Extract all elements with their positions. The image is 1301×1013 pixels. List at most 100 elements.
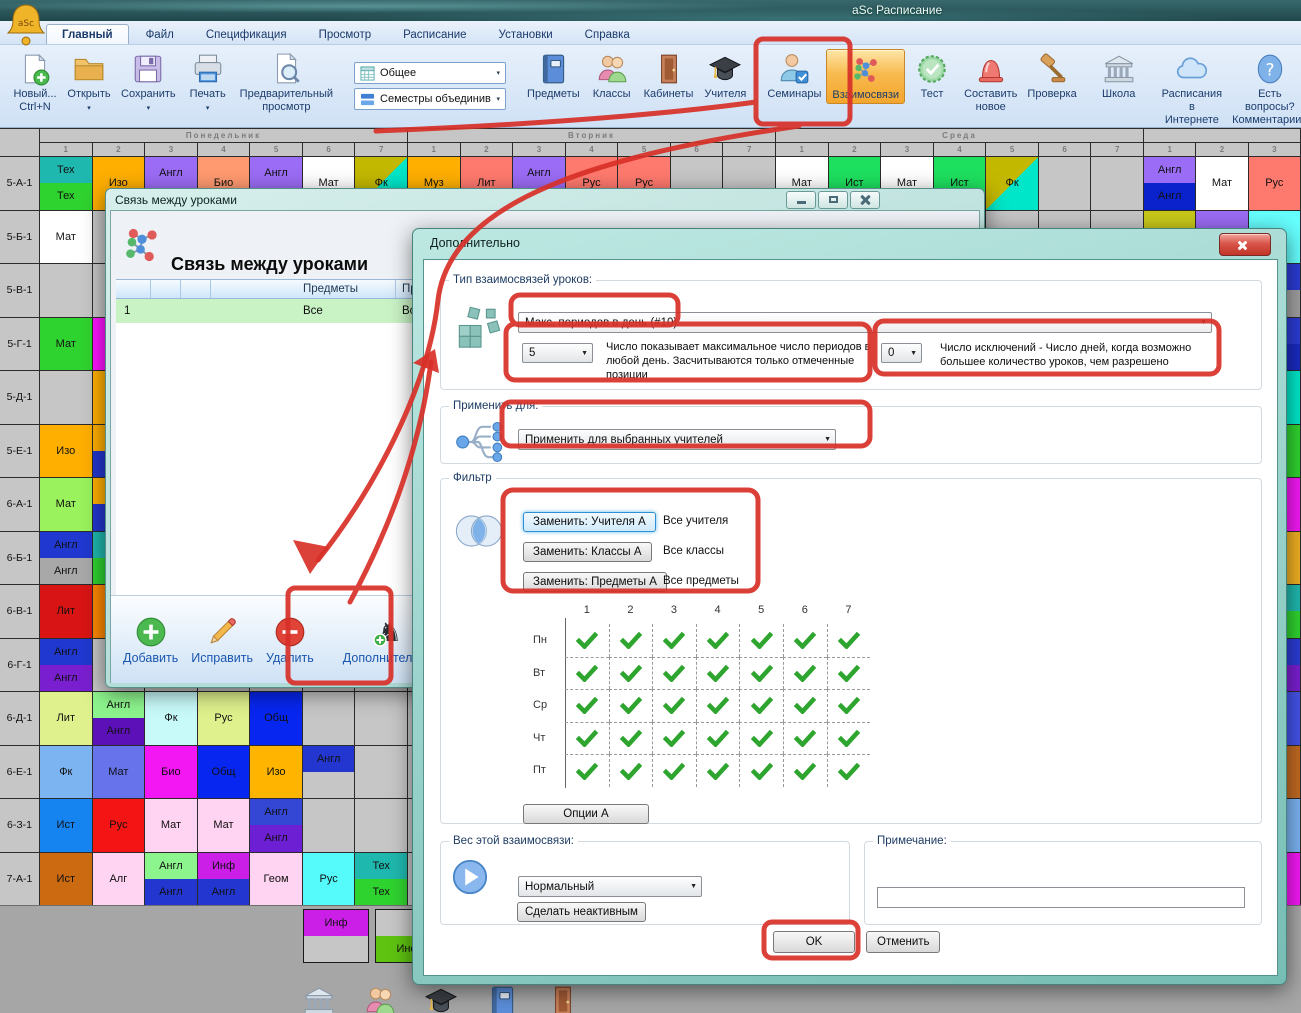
lesson-cell[interactable]: АнглАнгл — [1144, 157, 1196, 211]
day-period-checkbox[interactable] — [696, 624, 740, 657]
day-period-checkbox[interactable] — [565, 722, 609, 755]
lesson-cell[interactable]: Рус — [303, 853, 356, 907]
ribbon-button-bank[interactable]: Школа — [1092, 49, 1146, 102]
class-row-label[interactable]: 6-Е-1 — [0, 746, 40, 800]
lesson-cell[interactable]: Лит — [40, 692, 93, 746]
day-period-checkbox[interactable] — [696, 722, 740, 755]
lesson-cell[interactable] — [355, 799, 408, 853]
day-period-checkbox[interactable] — [827, 689, 871, 722]
day-period-checkbox[interactable] — [696, 657, 740, 690]
column-header-subjects[interactable]: Предметы — [211, 280, 396, 298]
book-icon[interactable] — [485, 984, 519, 1013]
lesson-cell[interactable]: Мат — [40, 478, 93, 532]
lesson-cell[interactable]: Мат — [198, 799, 251, 853]
lesson-cell[interactable]: Ист — [40, 799, 93, 853]
ribbon-tab-7[interactable]: Справка — [570, 25, 645, 44]
class-row-label[interactable]: 5-А-1 — [0, 157, 40, 211]
lesson-cell[interactable] — [1039, 157, 1092, 211]
deactivate-button[interactable]: Сделать неактивным — [517, 902, 646, 922]
cancel-button[interactable]: Отменить — [866, 931, 940, 953]
day-period-checkbox[interactable] — [609, 689, 653, 722]
class-row-label[interactable]: 6-Б-1 — [0, 532, 40, 586]
lesson-cell[interactable]: АнглАнгл — [145, 853, 198, 907]
lesson-cell[interactable] — [40, 371, 93, 425]
ribbon-button-gavel[interactable]: Проверка — [1022, 49, 1081, 102]
lesson-cell[interactable]: Мат — [145, 799, 198, 853]
day-period-checkbox[interactable] — [565, 624, 609, 657]
class-row-label[interactable]: 5-Б-1 — [0, 211, 40, 265]
weight-select[interactable]: Нормальный▼ — [518, 876, 702, 897]
class-row-label[interactable]: 6-З-1 — [0, 799, 40, 853]
lesson-cell[interactable]: ТехТех — [40, 157, 93, 211]
lesson-cell[interactable]: Рус — [93, 799, 146, 853]
ribbon-button-doc-zoom[interactable]: Предварительныйпросмотр — [235, 49, 338, 115]
lesson-cell[interactable] — [303, 692, 356, 746]
class-row-label[interactable]: 7-А-1 — [0, 853, 40, 907]
day-period-checkbox[interactable] — [565, 657, 609, 690]
max-periods-select[interactable]: 5▼ — [522, 343, 593, 363]
lesson-cell[interactable]: АнглАнгл — [250, 799, 303, 853]
lesson-cell[interactable]: Лит — [40, 585, 93, 639]
lesson-cell[interactable] — [355, 746, 408, 800]
lesson-cell[interactable]: Фк — [986, 157, 1039, 211]
class-row-label[interactable]: 5-Д-1 — [0, 371, 40, 425]
day-period-checkbox[interactable] — [783, 624, 827, 657]
lesson-cell[interactable]: Мат — [40, 211, 93, 265]
lesson-cell[interactable]: Геом — [250, 853, 303, 907]
day-period-checkbox[interactable] — [827, 657, 871, 690]
advanced-dialog-titlebar[interactable]: Дополнительно — [413, 229, 1286, 259]
lesson-cell[interactable]: Био — [145, 746, 198, 800]
options-a-button[interactable]: Опции А — [523, 804, 649, 824]
lesson-cell[interactable]: Фк — [40, 746, 93, 800]
day-period-checkbox[interactable] — [827, 624, 871, 657]
link-dialog-titlebar[interactable]: Связь между уроками — [106, 189, 984, 210]
ribbon-tab-3[interactable]: Спецификация — [191, 25, 302, 44]
lesson-cell[interactable]: Общ — [250, 692, 303, 746]
day-period-checkbox[interactable] — [783, 754, 827, 787]
view-select[interactable]: Семестры объединив▾ — [354, 88, 506, 110]
view-select[interactable]: Общее▾ — [354, 62, 506, 84]
ribbon-button-folder[interactable]: Открыть▾ — [62, 49, 116, 115]
lesson-cell[interactable]: Изо — [250, 746, 303, 800]
class-row-label[interactable]: 5-В-1 — [0, 264, 40, 318]
lesson-cell[interactable]: Алг — [93, 853, 146, 907]
class-row-label[interactable]: 5-Е-1 — [0, 425, 40, 479]
day-period-checkbox[interactable] — [609, 657, 653, 690]
students-icon[interactable] — [363, 984, 397, 1013]
day-period-checkbox[interactable] — [739, 722, 783, 755]
minimize-button[interactable] — [786, 191, 816, 209]
ribbon-tab-2[interactable]: Файл — [131, 25, 189, 44]
day-period-checkbox[interactable] — [652, 657, 696, 690]
ribbon-button-badge-check[interactable]: Тест — [905, 49, 959, 102]
class-row-label[interactable]: 6-Д-1 — [0, 692, 40, 746]
day-period-checkbox[interactable] — [652, 722, 696, 755]
class-row-label[interactable]: 6-А-1 — [0, 478, 40, 532]
day-period-checkbox[interactable] — [696, 754, 740, 787]
grad-cap-icon[interactable] — [424, 984, 458, 1013]
lesson-cell[interactable] — [40, 264, 93, 318]
bank-icon[interactable] — [302, 984, 336, 1013]
ok-button[interactable]: OK — [773, 931, 855, 953]
ribbon-button-floppy[interactable]: Сохранить▾ — [116, 49, 181, 115]
lesson-cell[interactable]: Ист — [40, 853, 93, 907]
day-period-checkbox[interactable] — [739, 754, 783, 787]
close-button[interactable] — [850, 191, 880, 209]
lesson-cell[interactable]: Изо — [40, 425, 93, 479]
class-row-label[interactable]: 6-В-1 — [0, 585, 40, 639]
lesson-cell[interactable]: ИнфАнгл — [198, 853, 251, 907]
day-period-checkbox[interactable] — [609, 624, 653, 657]
day-period-checkbox[interactable] — [739, 624, 783, 657]
link-toolbar-minus-circle-button[interactable]: Удалить — [266, 615, 314, 665]
exceptions-select[interactable]: 0▼ — [881, 343, 922, 363]
ribbon-tab-4[interactable]: Просмотр — [304, 25, 387, 44]
unplaced-lesson-card[interactable]: Инф — [303, 909, 369, 963]
ribbon-button-book[interactable]: Предметы — [522, 49, 585, 102]
ribbon-button-siren[interactable]: Составитьновое — [959, 49, 1022, 115]
lesson-cell[interactable] — [1091, 157, 1144, 211]
day-period-checkbox[interactable] — [827, 754, 871, 787]
note-input[interactable] — [877, 887, 1245, 908]
day-period-checkbox[interactable] — [783, 722, 827, 755]
day-period-checkbox[interactable] — [739, 689, 783, 722]
lesson-cell[interactable]: Мат — [40, 318, 93, 372]
class-row-label[interactable]: 6-Г-1 — [0, 639, 40, 693]
